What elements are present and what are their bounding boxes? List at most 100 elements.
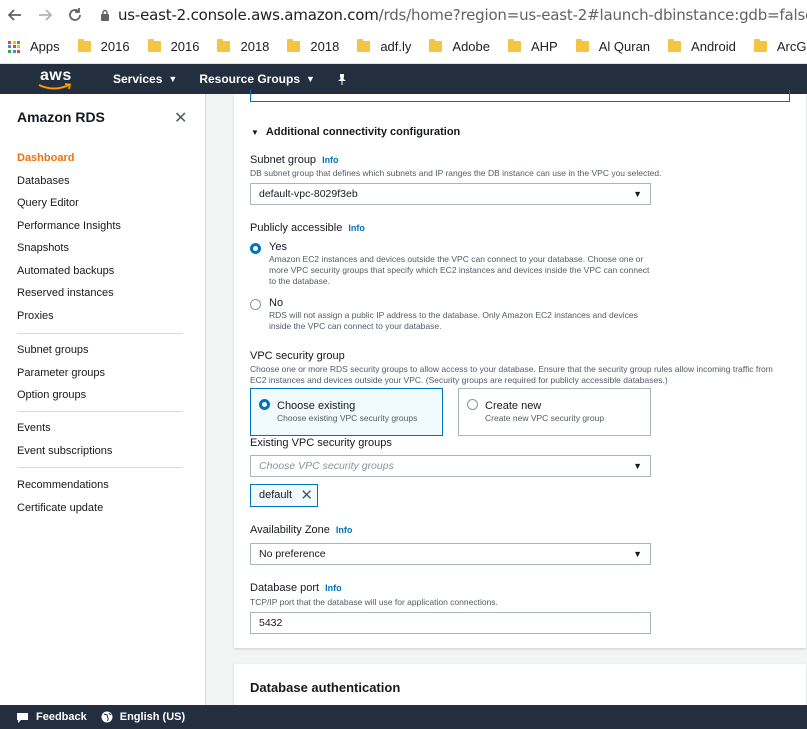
aws-logo[interactable]: aws [0, 64, 71, 94]
bookmark-folder[interactable]: Android [668, 39, 736, 54]
address-bar[interactable]: us-east-2.console.aws.amazon.com/rds/hom… [118, 6, 807, 24]
info-link[interactable]: Info [336, 525, 353, 535]
subnet-group-desc: DB subnet group that defines which subne… [250, 168, 662, 178]
sidebar-item-subnet-groups[interactable]: Subnet groups [17, 339, 105, 362]
bookmark-label: Al Quran [598, 39, 651, 54]
radio-unselected[interactable] [467, 399, 478, 410]
sidebar-divider [17, 467, 183, 468]
services-menu[interactable]: Services ▼ [113, 72, 177, 86]
bookmark-folder[interactable]: 2016 [147, 39, 199, 54]
sidebar-item-event-subscriptions[interactable]: Event subscriptions [17, 440, 112, 463]
reload-icon[interactable] [60, 0, 90, 30]
database-port-input[interactable]: 5432 [250, 612, 651, 634]
subnet-group-select[interactable]: default-vpc-8029f3eb ▼ [250, 183, 651, 205]
bookmark-folder[interactable]: ArcGIS [753, 39, 807, 54]
folder-icon [357, 39, 371, 52]
radio-label: No [269, 297, 284, 309]
sidebar-divider [17, 411, 183, 412]
feedback-label: Feedback [36, 711, 87, 723]
url-path: /rds/home?region=us-east-2#launch-dbinst… [378, 6, 807, 24]
caret-down-icon: ▼ [633, 549, 642, 559]
lock-icon [100, 9, 110, 21]
bookmark-label: Apps [30, 39, 60, 54]
bookmark-folder[interactable]: Adobe [429, 39, 490, 54]
browser-toolbar: us-east-2.console.aws.amazon.com/rds/hom… [0, 0, 807, 30]
database-authentication-panel: Database authentication [234, 664, 806, 705]
availability-zone-select[interactable]: No preference ▼ [250, 543, 651, 565]
sidebar-group-recommendations: Recommendations Certificate update [17, 474, 109, 519]
sidebar-divider [17, 333, 183, 334]
availability-zone-label: Availability Zone Info [250, 524, 352, 536]
folder-icon [77, 39, 91, 52]
sidebar-item-parameter-groups[interactable]: Parameter groups [17, 362, 105, 385]
bookmark-label: ArcGIS [776, 39, 807, 54]
sidebar-item-recommendations[interactable]: Recommendations [17, 474, 109, 497]
resource-groups-menu[interactable]: Resource Groups ▼ [199, 72, 315, 86]
create-new-tile[interactable]: Create new Create new VPC security group [458, 388, 651, 436]
info-link[interactable]: Info [348, 223, 365, 233]
sidebar-item-databases[interactable]: Databases [17, 170, 121, 193]
sidebar-item-certificate-update[interactable]: Certificate update [17, 497, 109, 520]
sidebar-item-performance-insights[interactable]: Performance Insights [17, 215, 121, 238]
sidebar-item-dashboard[interactable]: Dashboard [17, 147, 121, 170]
sidebar-item-option-groups[interactable]: Option groups [17, 384, 105, 407]
sidebar-item-events[interactable]: Events [17, 417, 112, 440]
public-yes-option[interactable]: Yes Amazon EC2 instances and devices out… [250, 241, 654, 287]
folder-icon [217, 39, 231, 52]
bookmark-folder[interactable]: 2018 [287, 39, 339, 54]
radio-selected[interactable] [250, 243, 261, 254]
bookmark-label: Adobe [452, 39, 490, 54]
public-no-option[interactable]: No RDS will not assign a public IP addre… [250, 297, 654, 332]
info-link[interactable]: Info [325, 583, 342, 593]
folder-icon [668, 39, 682, 52]
database-port-label: Database port Info [250, 582, 342, 594]
chevron-down-icon: ▼ [168, 74, 178, 84]
bookmark-folder[interactable]: 2016 [77, 39, 130, 54]
sidebar-item-query-editor[interactable]: Query Editor [17, 192, 121, 215]
bookmark-folder[interactable]: Al Quran [575, 39, 651, 54]
security-groups-select[interactable]: Choose VPC security groups ▼ [250, 455, 651, 477]
publicly-accessible-label: Publicly accessible Info [250, 222, 365, 234]
existing-groups-label: Existing VPC security groups [250, 437, 392, 449]
sidebar: Amazon RDS ✕ Dashboard Databases Query E… [0, 94, 206, 705]
additional-connectivity-toggle[interactable]: ▼ Additional connectivity configuration [251, 126, 460, 138]
info-link[interactable]: Info [322, 155, 339, 165]
remove-token-icon[interactable]: ✕ [300, 485, 313, 506]
bookmark-folder[interactable]: 2018 [217, 39, 269, 54]
radio-unselected[interactable] [250, 299, 261, 310]
sidebar-item-proxies[interactable]: Proxies [17, 305, 121, 328]
folder-icon [753, 39, 767, 52]
aws-smile-icon [38, 83, 72, 90]
pin-icon[interactable] [337, 73, 347, 85]
bookmark-label: AHP [531, 39, 558, 54]
bookmark-label: 2016 [100, 39, 130, 54]
vpc-security-group-desc: Choose one or more RDS security groups t… [250, 364, 773, 385]
tile-title: Choose existing [277, 400, 356, 412]
apps-grid-icon [8, 40, 20, 53]
label-text: Subnet group [250, 154, 317, 166]
database-port-desc: TCP/IP port that the database will use f… [250, 597, 498, 607]
folder-icon [287, 39, 301, 52]
bookmark-folder[interactable]: AHP [508, 39, 558, 54]
bookmark-label: adf.ly [380, 39, 412, 54]
select-value: No preference [259, 548, 326, 560]
sidebar-group-main: Dashboard Databases Query Editor Perform… [17, 147, 121, 327]
radio-selected[interactable] [259, 399, 270, 410]
security-group-token: default ✕ [250, 484, 318, 507]
language-selector[interactable]: English (US) [101, 711, 185, 723]
bookmarks-bar: Apps 2016 2016 2018 2018 adf.ly Adobe AH… [0, 30, 807, 64]
feedback-button[interactable]: Feedback [16, 711, 87, 723]
globe-icon [101, 711, 113, 723]
sidebar-item-reserved-instances[interactable]: Reserved instances [17, 282, 121, 305]
bookmark-apps[interactable]: Apps [8, 39, 60, 54]
sidebar-item-snapshots[interactable]: Snapshots [17, 237, 121, 260]
back-arrow-icon[interactable] [0, 0, 30, 30]
bookmark-folder[interactable]: adf.ly [357, 39, 411, 54]
choose-existing-tile[interactable]: Choose existing Choose existing VPC secu… [250, 388, 443, 436]
close-icon[interactable]: ✕ [174, 108, 187, 128]
forward-arrow-icon[interactable] [30, 0, 60, 30]
sidebar-item-automated-backups[interactable]: Automated backups [17, 260, 121, 283]
bookmark-label: Android [691, 39, 736, 54]
resource-groups-label: Resource Groups [199, 72, 301, 86]
label-text: Publicly accessible [250, 222, 343, 234]
